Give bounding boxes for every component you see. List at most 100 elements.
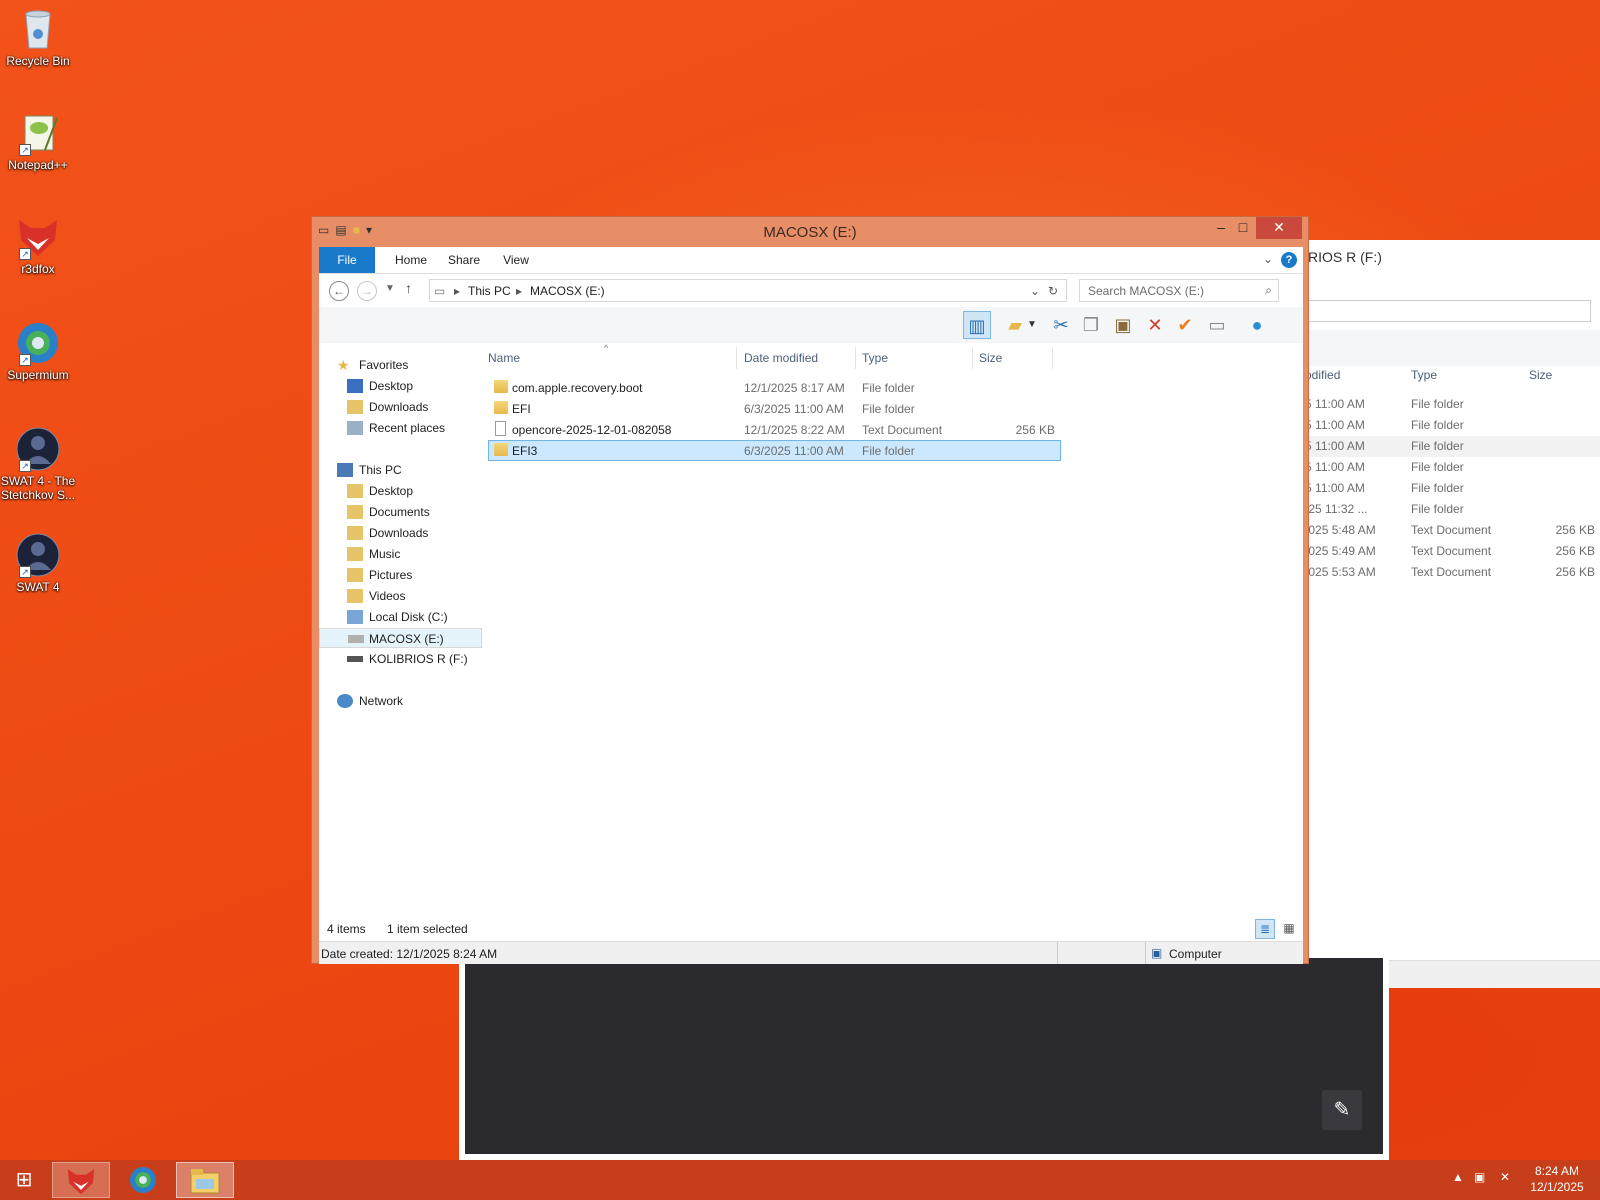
background-file-row[interactable]: 9/2025 11:32 ... File folder [1281, 499, 1600, 520]
file-row[interactable]: EFI 6/3/2025 11:00 AM File folder [488, 398, 1061, 419]
breadcrumb-current[interactable]: MACOSX (E:) [530, 284, 605, 298]
nav-favorites[interactable]: ★ Favorites [319, 355, 482, 375]
background-file-row[interactable]: 2025 11:00 AM File folder [1281, 394, 1600, 415]
nav-pc-kolibrios[interactable]: KOLIBRIOS R (F:) [319, 649, 482, 669]
tab-home[interactable]: Home [385, 247, 437, 273]
network-button[interactable]: ● [1243, 311, 1271, 339]
background-file-row[interactable]: 2025 11:00 AM File folder [1281, 478, 1600, 499]
desktop-icon-supermium[interactable]: ↗ Supermium [0, 320, 76, 382]
start-button[interactable]: ⊞ [0, 1162, 48, 1198]
background-file-row[interactable]: 2025 11:00 AM File folder [1281, 457, 1600, 478]
breadcrumb-separator-icon[interactable]: ▸ [454, 284, 460, 298]
nav-pc-downloads[interactable]: Downloads [319, 523, 482, 543]
breadcrumb-separator-icon[interactable]: ▸ [516, 284, 522, 298]
recent-locations-icon[interactable]: ▼ [385, 283, 395, 294]
search-input[interactable]: Search MACOSX (E:) ⌕ [1079, 279, 1279, 302]
nav-fav-desktop[interactable]: Desktop [319, 376, 482, 396]
column-header-size[interactable]: Size [979, 351, 1002, 365]
cut-button[interactable]: ✂ [1047, 311, 1075, 339]
breadcrumb-this-pc[interactable]: This PC [468, 284, 511, 298]
location-label: Computer [1169, 947, 1222, 961]
column-header-name[interactable]: Name [488, 351, 520, 365]
large-icons-view-button[interactable]: ▦ [1279, 919, 1299, 939]
column-divider[interactable] [972, 347, 973, 369]
background-file-row[interactable]: 29/2025 5:49 AM Text Document 256 KB [1281, 541, 1600, 562]
nav-label: Local Disk (C:) [369, 610, 448, 624]
status-bar: 4 items 1 item selected ≣ ▦ [319, 917, 1303, 941]
taskbar-file-explorer[interactable] [176, 1162, 234, 1198]
edit-pencil-button[interactable]: ✎ [1322, 1090, 1362, 1130]
maximize-button[interactable]: □ [1232, 217, 1254, 239]
properties-button[interactable]: ▭ [1203, 311, 1231, 339]
refresh-icon[interactable]: ↻ [1048, 284, 1058, 298]
file-row[interactable]: com.apple.recovery.boot 12/1/2025 8:17 A… [488, 377, 1061, 398]
nav-pc-desktop[interactable]: Desktop [319, 481, 482, 501]
desktop-icon-recycle-bin[interactable]: Recycle Bin [0, 6, 76, 68]
close-button[interactable]: ✕ [1256, 217, 1302, 239]
folder-icon [494, 380, 508, 393]
explorer-window[interactable]: ▭ ▤ ■ ▾ MACOSX (E:) – □ ✕ File Home Shar… [311, 216, 1309, 964]
tab-share[interactable]: Share [439, 247, 489, 273]
network-status-icon[interactable]: ▣ [1474, 1170, 1485, 1184]
nav-pc-videos[interactable]: Videos [319, 586, 482, 606]
clock[interactable]: 8:24 AM 12/1/2025 [1522, 1163, 1592, 1195]
nav-pc-local-disk[interactable]: Local Disk (C:) [319, 607, 482, 627]
preview-pane-button[interactable]: ▥ [963, 311, 991, 339]
background-address-bar[interactable] [1281, 300, 1591, 322]
file-row-selected[interactable]: EFI3 6/3/2025 11:00 AM File folder [488, 440, 1061, 461]
tab-view[interactable]: View [491, 247, 541, 273]
nav-this-pc[interactable]: This PC [319, 460, 482, 480]
nav-pc-macosx[interactable]: MACOSX (E:) [319, 628, 482, 648]
column-header-size[interactable]: Size [1529, 368, 1552, 382]
column-header-type[interactable]: Type [1411, 368, 1437, 382]
show-hidden-icons-icon[interactable]: ▲ [1452, 1170, 1464, 1184]
desktop-icon-r3dfox[interactable]: ↗ r3dfox [0, 214, 76, 276]
column-header-type[interactable]: Type [862, 351, 888, 365]
background-explorer-window[interactable]: LIBRIOS R (F:) e modified Type Size 2025… [1280, 240, 1600, 960]
forward-button[interactable]: → [357, 281, 377, 301]
desktop-icon-label: SWAT 4 [16, 580, 60, 594]
column-divider[interactable] [1052, 347, 1053, 369]
help-icon[interactable]: ? [1281, 252, 1297, 268]
tab-file[interactable]: File [319, 247, 375, 273]
nav-network[interactable]: Network [319, 691, 482, 711]
file-row[interactable]: opencore-2025-12-01-082058 12/1/2025 8:2… [488, 419, 1061, 440]
desktop-icon-swat4[interactable]: ↗ SWAT 4 [0, 532, 76, 594]
file-type: File folder [1411, 460, 1464, 474]
nav-fav-recent-places[interactable]: Recent places [319, 418, 482, 438]
nav-label: Music [369, 547, 401, 561]
background-file-row[interactable]: 29/2025 5:53 AM Text Document 256 KB [1281, 562, 1600, 583]
nav-pc-pictures[interactable]: Pictures [319, 565, 482, 585]
rename-button[interactable]: ✔ [1171, 311, 1199, 339]
search-icon[interactable]: ⌕ [1265, 283, 1272, 298]
desktop-icon-swat4-stetchkov[interactable]: ↗ SWAT 4 - The Stetchkov S... [0, 426, 76, 502]
videos-icon [347, 589, 363, 603]
address-dropdown-icon[interactable]: ⌄ [1030, 284, 1040, 298]
back-button[interactable]: ← [329, 281, 349, 301]
nav-pc-documents[interactable]: Documents [319, 502, 482, 522]
navigation-pane: ★ Favorites Desktop Downloads Recent pla… [319, 343, 482, 917]
background-file-row[interactable]: 2025 11:00 AM File folder [1281, 415, 1600, 436]
volume-muted-icon[interactable]: ✕ [1500, 1170, 1510, 1184]
delete-button[interactable]: ✕ [1141, 311, 1169, 339]
supermium-icon: ↗ [15, 320, 61, 366]
background-file-row[interactable]: 2025 11:00 AM File folder [1281, 436, 1600, 457]
taskbar-r3dfox[interactable] [52, 1162, 110, 1198]
select-dropdown-icon[interactable]: ▼ [1025, 311, 1039, 339]
desktop-icon-notepad-plus-plus[interactable]: ↗ Notepad++ [0, 110, 76, 172]
up-arrow-icon[interactable]: ↑ [405, 280, 412, 296]
column-header-date[interactable]: Date modified [744, 351, 818, 365]
expand-ribbon-icon[interactable]: ⌄ [1263, 252, 1273, 266]
taskbar-supermium[interactable] [114, 1162, 172, 1198]
paste-button[interactable]: ▣ [1109, 311, 1137, 339]
nav-pc-music[interactable]: Music [319, 544, 482, 564]
column-divider[interactable] [736, 347, 737, 369]
column-divider[interactable] [855, 347, 856, 369]
copy-button[interactable]: ❐ [1077, 311, 1105, 339]
background-file-row[interactable]: 29/2025 5:48 AM Text Document 256 KB [1281, 520, 1600, 541]
title-bar[interactable]: ▭ ▤ ■ ▾ MACOSX (E:) – □ ✕ [312, 217, 1308, 247]
details-view-button[interactable]: ≣ [1255, 919, 1275, 939]
address-bar[interactable]: ▭ ▸ This PC ▸ MACOSX (E:) ⌄ ↻ [429, 279, 1067, 302]
minimize-button[interactable]: – [1210, 217, 1232, 239]
nav-fav-downloads[interactable]: Downloads [319, 397, 482, 417]
